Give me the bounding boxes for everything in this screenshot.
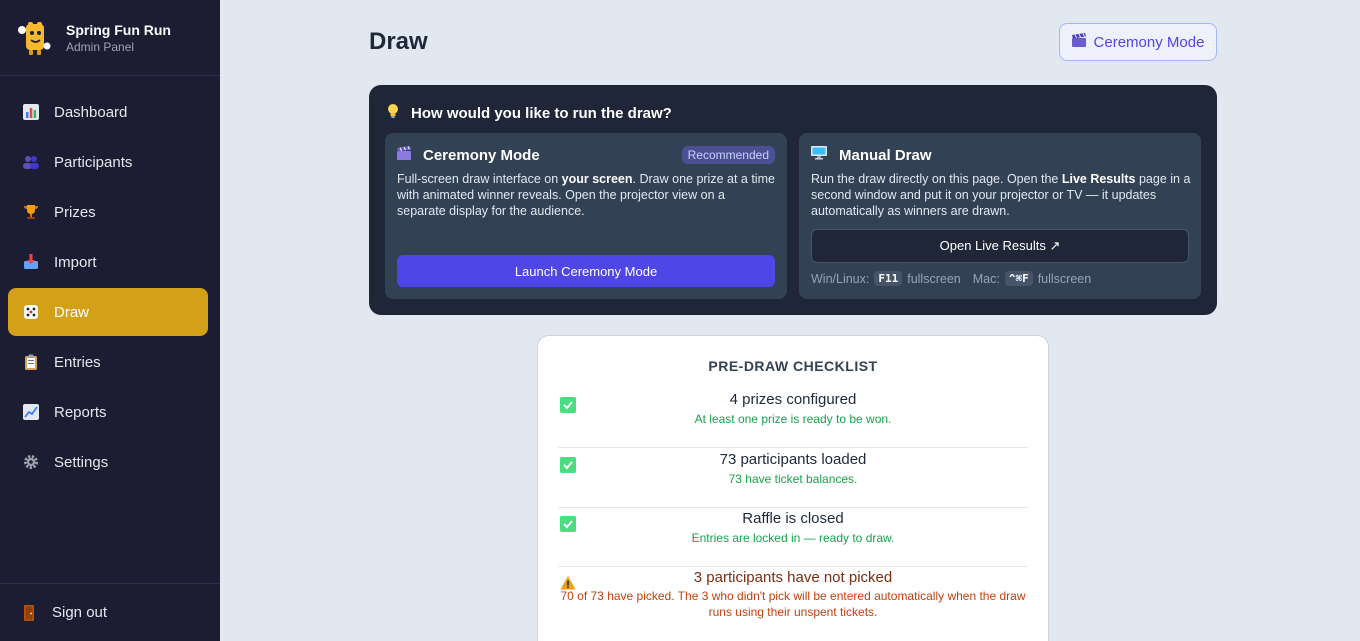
sidebar-item-participants[interactable]: Participants [8,138,208,186]
main-content: Draw Ceremony Mode How would you like to… [220,0,1360,641]
recommended-badge: Recommended [681,146,775,164]
draw-mode-heading: How would you like to run the draw? [387,103,672,123]
checklist-item: 4 prizes configured At least one prize i… [558,388,1028,448]
hint-mac-suffix: fullscreen [1037,271,1092,286]
sidebar: Spring Fun Run Admin Panel Dashboard Par… [0,0,220,641]
open-live-results-button[interactable]: Open Live Results ↗ [811,229,1189,263]
page-title: Draw [369,28,428,55]
lightbulb-icon [387,103,399,123]
ceremony-mode-button[interactable]: Ceremony Mode [1059,23,1217,61]
sidebar-item-draw[interactable]: Draw [8,288,208,336]
clapperboard-icon [1071,33,1086,51]
hint-mac-key: ^⌘F [1004,271,1033,286]
checklist-title: PRE-DRAW CHECKLIST [708,358,878,374]
ceremony-desc-bold: your screen [561,172,633,186]
brand: Spring Fun Run Admin Panel [0,0,220,76]
sidebar-item-prizes[interactable]: Prizes [8,188,208,236]
manual-draw-card: Manual Draw Run the draw directly on thi… [799,133,1201,299]
sidebar-item-label: Participants [54,153,133,171]
checklist-item-detail: 70 of 73 have picked. The 3 who didn't p… [560,589,1026,619]
people-icon [22,153,40,171]
hint-win-key: F11 [874,271,903,286]
draw-mode-heading-text: How would you like to run the draw? [411,104,672,122]
checklist-item-title: 73 participants loaded [719,451,867,468]
inbox-icon [22,253,40,271]
sidebar-nav: Dashboard Participants Prizes Import Dra… [0,76,220,486]
checklist-item: Raffle is closed Entries are locked in —… [558,507,1028,567]
hint-mac-label: Mac: [972,271,1000,286]
ceremony-mode-card: Ceremony Mode Recommended Full-screen dr… [385,133,787,299]
sidebar-item-label: Reports [54,403,107,421]
ceremony-mode-label: Ceremony Mode [1093,33,1205,51]
checklist-item-warning: 3 participants have not picked 70 of 73 … [558,566,1028,641]
trend-chart-icon [22,403,40,421]
ceremony-card-description: Full-screen draw interface on your scree… [397,171,777,219]
sign-out-button[interactable]: Sign out [0,583,220,641]
checklist-item-title: Raffle is closed [742,510,844,527]
manual-card-title: Manual Draw [811,145,1189,165]
gear-icon [22,453,40,471]
manual-card-title-text: Manual Draw [839,146,932,164]
clipboard-icon [22,353,40,371]
trophy-icon [22,203,40,221]
sidebar-item-label: Entries [54,353,101,371]
monitor-icon [811,146,827,164]
sidebar-item-label: Prizes [54,203,96,221]
dice-icon [22,303,40,321]
sidebar-item-label: Dashboard [54,103,128,121]
checklist-item-detail: 73 have ticket balances. [728,472,858,486]
draw-mode-panel: How would you like to run the draw? Cere… [369,85,1217,315]
manual-card-description: Run the draw directly on this page. Open… [811,171,1191,219]
ceremony-desc-part1: Full-screen draw interface on [397,172,562,186]
pre-draw-checklist: PRE-DRAW CHECKLIST 4 prizes configured A… [537,335,1049,641]
sidebar-item-label: Settings [54,453,109,471]
checklist-item-title: 4 prizes configured [729,391,857,408]
hint-win-suffix: fullscreen [907,271,961,286]
manual-desc-bold: Live Results [1061,172,1136,186]
checklist-item-title: 3 participants have not picked [693,569,893,586]
app-subtitle: Admin Panel [66,39,135,54]
sign-out-label: Sign out [52,604,108,621]
checklist-item-detail: At least one prize is ready to be won. [694,412,892,426]
sidebar-item-import[interactable]: Import [8,238,208,286]
checklist-item-detail: Entries are locked in — ready to draw. [691,531,895,545]
sidebar-item-entries[interactable]: Entries [8,338,208,386]
sidebar-item-dashboard[interactable]: Dashboard [8,88,208,136]
hint-win-label: Win/Linux: [811,271,870,286]
ceremony-card-title-text: Ceremony Mode [423,146,540,164]
sidebar-item-label: Import [54,253,97,271]
fullscreen-hint: Win/Linux: F11 fullscreen Mac: ^⌘F fulls… [811,271,1091,286]
app-title: Spring Fun Run [66,21,171,38]
checklist-item: 73 participants loaded 73 have ticket ba… [558,448,1028,508]
sidebar-item-reports[interactable]: Reports [8,388,208,436]
mascot-logo-icon [16,18,56,58]
sidebar-item-settings[interactable]: Settings [8,438,208,486]
sidebar-item-label: Draw [54,303,90,321]
launch-ceremony-button[interactable]: Launch Ceremony Mode [397,255,775,287]
manual-desc-part1: Run the draw directly on this page. Open… [811,172,1062,186]
door-icon [22,604,38,622]
clapperboard-icon [397,146,411,164]
bar-chart-icon [22,103,40,121]
